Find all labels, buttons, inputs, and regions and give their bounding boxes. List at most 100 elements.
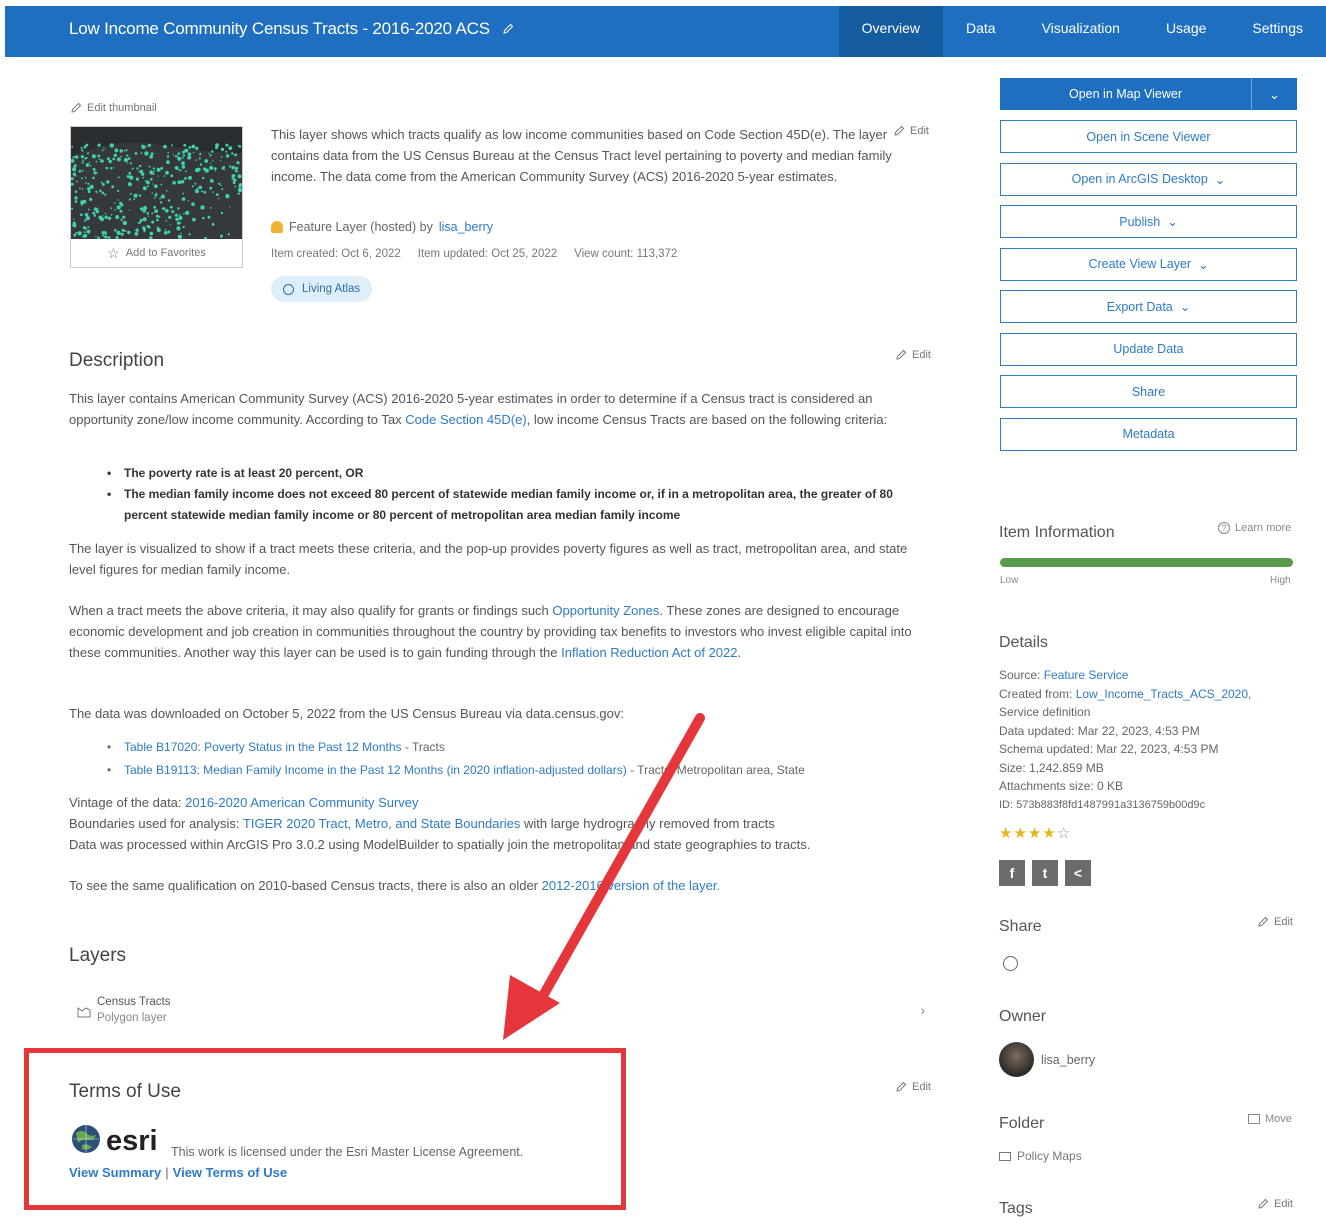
- map-point: [123, 157, 128, 163]
- tab-settings[interactable]: Settings: [1229, 6, 1326, 57]
- page-title: Low Income Community Census Tracts - 201…: [69, 19, 514, 39]
- feature-service-link[interactable]: Feature Service: [1044, 668, 1129, 682]
- map-point: [157, 168, 160, 171]
- map-point: [180, 180, 185, 184]
- map-point: [204, 159, 209, 163]
- move-folder-link[interactable]: Move: [1248, 1113, 1292, 1125]
- edit-terms-link[interactable]: Edit: [895, 1081, 931, 1093]
- table-b19113-link[interactable]: Table B19113: Median Family Income in th…: [124, 763, 627, 777]
- edit-thumbnail-link[interactable]: Edit thumbnail: [70, 102, 157, 114]
- open-in-map-viewer-button[interactable]: Open in Map Viewer: [1000, 78, 1251, 110]
- owner-avatar[interactable]: [999, 1042, 1034, 1077]
- map-point: [177, 180, 182, 185]
- older-version-link[interactable]: 2012-2016 version of the layer.: [542, 878, 721, 893]
- inflation-reduction-act-link[interactable]: Inflation Reduction Act of 2022: [561, 645, 737, 660]
- owner-link[interactable]: lisa_berry: [439, 220, 493, 234]
- metadata-button[interactable]: Metadata: [1000, 417, 1297, 451]
- acs-link[interactable]: 2016-2020 American Community Survey: [185, 795, 418, 810]
- open-in-scene-viewer-button[interactable]: Open in Scene Viewer: [1000, 120, 1297, 153]
- map-point: [159, 201, 163, 204]
- add-to-favorites-button[interactable]: ☆ Add to Favorites: [71, 239, 242, 267]
- map-point: [74, 164, 77, 166]
- map-point: [212, 191, 214, 193]
- map-point: [117, 199, 120, 201]
- thumbnail-map-image[interactable]: [71, 127, 242, 239]
- badge-label: Living Atlas: [302, 283, 361, 295]
- learn-more-link[interactable]: ? Learn more: [1218, 522, 1291, 534]
- living-atlas-badge[interactable]: Living Atlas: [271, 276, 373, 302]
- map-point: [139, 218, 143, 222]
- button-label: Share: [1131, 384, 1166, 399]
- map-point: [74, 190, 78, 193]
- map-point: [115, 215, 120, 220]
- map-point: [231, 174, 235, 178]
- text: Vintage of the data:: [69, 795, 186, 810]
- owner-name-link[interactable]: lisa_berry: [1041, 1053, 1095, 1067]
- edit-tags-link[interactable]: Edit: [1257, 1198, 1293, 1210]
- star-filled-icon[interactable]: ★: [1028, 825, 1042, 842]
- map-point: [112, 157, 116, 161]
- map-point: [84, 176, 87, 179]
- map-point: [114, 229, 117, 232]
- map-point: [195, 146, 199, 150]
- rating-stars[interactable]: ★★★★☆: [999, 824, 1071, 842]
- map-point: [172, 181, 176, 185]
- map-point: [152, 183, 154, 185]
- map-point: [97, 143, 101, 147]
- star-empty-icon[interactable]: ☆: [1057, 825, 1071, 842]
- code-section-link[interactable]: Code Section 45D(e): [405, 412, 526, 427]
- map-point: [133, 198, 136, 201]
- open-in-arcgis-desktop-button[interactable]: Open in ArcGIS Desktop ⌄: [1000, 162, 1297, 196]
- item-title: Low Income Community Census Tracts - 201…: [69, 19, 490, 38]
- export-data-button[interactable]: Export Data ⌄: [1000, 290, 1297, 323]
- facebook-share-icon[interactable]: f: [999, 860, 1025, 886]
- map-point: [177, 156, 182, 161]
- edit-share-link[interactable]: Edit: [1257, 916, 1293, 928]
- map-point: [77, 231, 82, 236]
- map-point: [182, 192, 185, 195]
- created-from-link[interactable]: Low_Income_Tracts_ACS_2020,: [1076, 687, 1252, 701]
- publish-button[interactable]: Publish ⌄: [1000, 205, 1297, 238]
- edit-description-link[interactable]: Edit: [895, 349, 931, 361]
- map-point: [127, 230, 131, 235]
- map-point: [125, 149, 128, 152]
- tab-visualization[interactable]: Visualization: [1019, 6, 1143, 57]
- map-point: [73, 233, 77, 237]
- map-point: [176, 226, 181, 231]
- map-point: [102, 215, 104, 217]
- edit-summary-link[interactable]: Edit: [893, 125, 929, 137]
- map-point: [85, 216, 90, 221]
- tiger-boundaries-link[interactable]: TIGER 2020 Tract, Metro, and State Bound…: [243, 816, 520, 831]
- map-viewer-dropdown-button[interactable]: ⌄: [1251, 78, 1297, 110]
- star-filled-icon[interactable]: ★: [999, 825, 1013, 842]
- map-point: [81, 161, 84, 164]
- folder-name[interactable]: Policy Maps: [999, 1149, 1082, 1163]
- opportunity-zones-link[interactable]: Opportunity Zones: [552, 603, 659, 618]
- link-share-icon[interactable]: <: [1065, 860, 1091, 886]
- twitter-share-icon[interactable]: t: [1032, 860, 1058, 886]
- map-point: [138, 171, 140, 173]
- map-point: [198, 185, 203, 190]
- tab-overview[interactable]: Overview: [838, 6, 943, 57]
- map-point: [181, 161, 185, 166]
- create-view-layer-button[interactable]: Create View Layer ⌄: [1000, 247, 1297, 281]
- layer-row[interactable]: Census Tracts Polygon layer ›: [69, 994, 937, 1030]
- update-data-button[interactable]: Update Data: [1000, 332, 1297, 366]
- map-point: [95, 190, 98, 193]
- tab-usage[interactable]: Usage: [1143, 6, 1229, 57]
- edit-title-pencil-icon[interactable]: [502, 23, 514, 35]
- tab-data[interactable]: Data: [943, 6, 1019, 57]
- map-point: [139, 207, 144, 211]
- table-b17020-link[interactable]: Table B17020: Poverty Status in the Past…: [124, 740, 402, 754]
- map-point: [86, 229, 91, 234]
- edit-label: Edit: [910, 125, 929, 137]
- star-filled-icon[interactable]: ★: [1013, 825, 1027, 842]
- map-point: [96, 192, 98, 194]
- share-button[interactable]: Share: [1000, 375, 1297, 408]
- map-point: [227, 233, 230, 236]
- star-filled-icon[interactable]: ★: [1042, 825, 1056, 842]
- map-point: [144, 180, 146, 183]
- map-point: [91, 154, 96, 159]
- description-heading: Description: [69, 350, 165, 371]
- help-icon: ?: [1218, 522, 1230, 534]
